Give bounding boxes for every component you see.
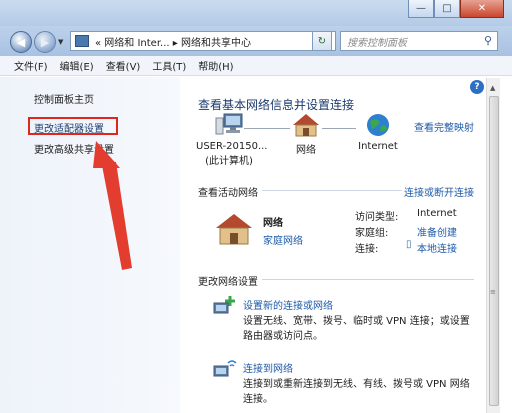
globe-icon xyxy=(367,114,389,136)
network-type-link[interactable]: 家庭网络 xyxy=(263,232,303,247)
local-connection-link[interactable]: 本地连接 xyxy=(417,240,457,255)
homegroup-link[interactable]: 准备创建 xyxy=(417,224,457,239)
house-icon xyxy=(216,214,252,245)
divider xyxy=(262,190,402,191)
divider xyxy=(262,279,474,280)
connection-label: 连接: xyxy=(355,244,379,255)
house-icon xyxy=(293,114,319,137)
page-title: 查看基本网络信息并设置连接 xyxy=(198,98,355,112)
setup-new-connection-link[interactable]: 设置新的连接或网络 xyxy=(243,297,333,312)
homegroup-label: 家庭组: xyxy=(355,228,389,239)
connect-disconnect-link[interactable]: 连接或断开连接 xyxy=(404,184,474,199)
active-network-heading: 查看活动网络 xyxy=(198,188,258,199)
link-line xyxy=(322,128,356,129)
connect-network-description: 连接到或重新连接到无线、有线、拨号或 VPN 网络连接。 xyxy=(243,379,470,405)
connect-network-icon xyxy=(213,360,237,377)
connect-to-network-link[interactable]: 连接到网络 xyxy=(243,360,293,375)
new-connection-icon xyxy=(213,296,235,314)
scrollbar[interactable]: ▲ ≡ xyxy=(486,78,500,413)
scroll-up-icon[interactable]: ▲ xyxy=(490,84,495,92)
scroll-thumb[interactable] xyxy=(489,96,499,406)
red-arrow xyxy=(93,141,132,270)
internet-node-label: Internet xyxy=(358,141,398,152)
view-full-map-link[interactable]: 查看完整映射 xyxy=(414,119,474,134)
map-node-internet[interactable]: Internet xyxy=(354,112,402,152)
map-node-network[interactable]: 网络 xyxy=(286,112,326,156)
change-settings-heading: 更改网络设置 xyxy=(198,277,258,288)
link-line xyxy=(244,128,290,129)
computer-label: USER-20150... xyxy=(196,141,268,152)
computer-sublabel: (此计算机) xyxy=(205,156,253,167)
access-type-value: Internet xyxy=(417,208,457,219)
setup-connection-description: 设置无线、宽带、拨号、临时或 VPN 连接；或设置路由器或访问点。 xyxy=(243,316,470,342)
computer-icon xyxy=(215,113,243,135)
network-node-label: 网络 xyxy=(296,145,316,156)
scroll-grip-icon: ≡ xyxy=(490,288,496,296)
ethernet-icon: ▯ xyxy=(406,239,412,250)
map-node-computer[interactable]: USER-20150... (此计算机) xyxy=(196,112,268,167)
active-network-name: 网络 xyxy=(263,218,283,229)
help-icon[interactable]: ? xyxy=(470,80,484,94)
access-type-label: 访问类型: xyxy=(355,212,399,223)
